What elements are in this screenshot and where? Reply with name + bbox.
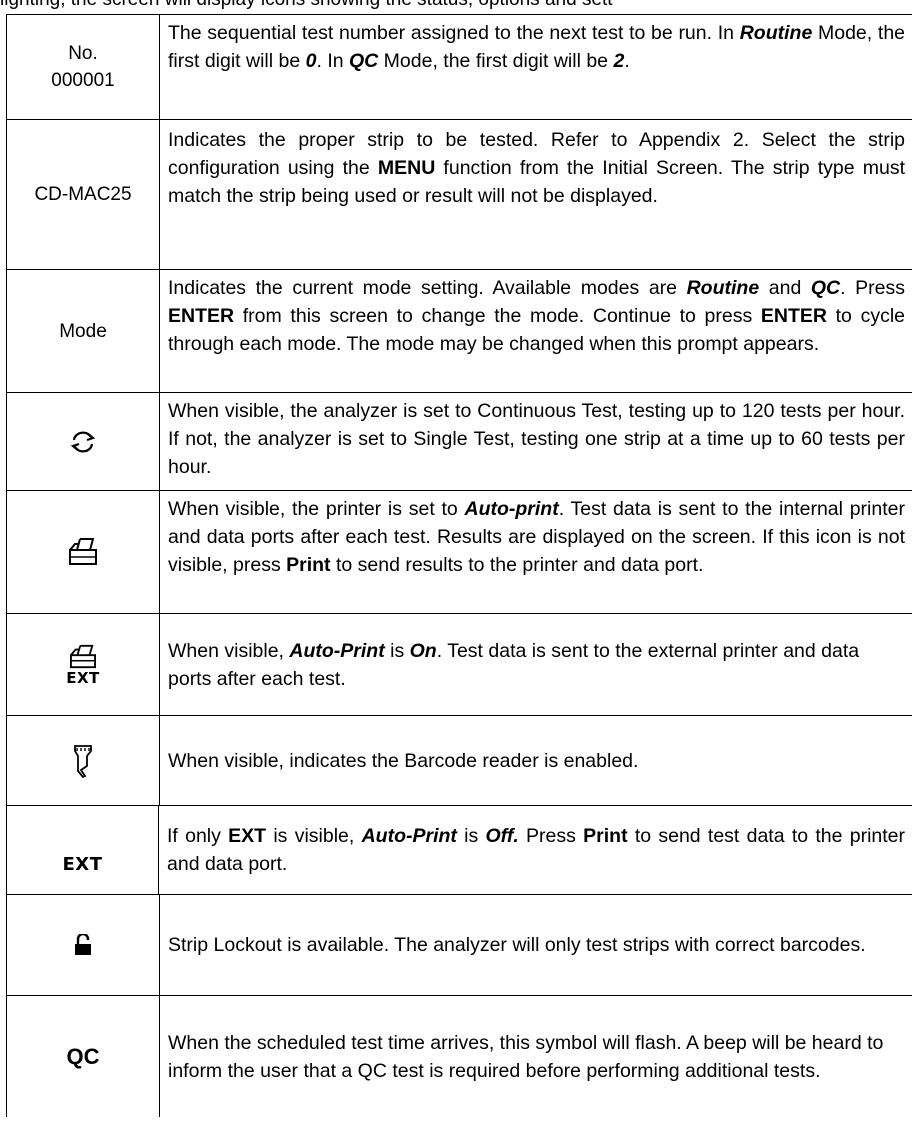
emphasized-text: 2 — [613, 50, 625, 72]
text-run: . — [624, 50, 630, 72]
text-run: Press — [518, 825, 584, 847]
qc-symbol: QC — [66, 1044, 100, 1069]
ext-label: EXT — [66, 668, 100, 687]
table-row: EXT When visible, Auto-Print is On. Test… — [7, 613, 912, 715]
table-row: No. 000001 The sequential test number as… — [7, 14, 912, 119]
table-row: When visible, the analyzer is set to Con… — [7, 392, 912, 490]
text-run: When visible, — [168, 639, 290, 662]
text-run: is — [384, 639, 410, 662]
emphasized-text: Print — [286, 554, 331, 576]
text-run: When the scheduled test time arrives, th… — [168, 1031, 884, 1082]
emphasized-text: EXT — [228, 825, 267, 847]
text-run: to send results to the printer and data … — [330, 554, 704, 576]
emphasized-text: Print — [583, 825, 628, 847]
description-text: Strip Lockout is available. The analyzer… — [168, 931, 866, 959]
icon-description-table: No. 000001 The sequential test number as… — [6, 14, 912, 1117]
table-cell-icon — [7, 895, 160, 995]
emphasized-text: ENTER — [168, 305, 235, 327]
table-row: Mode Indicates the current mode setting.… — [7, 269, 912, 392]
table-cell-icon: EXT — [7, 806, 159, 894]
description-text: When the scheduled test time arrives, th… — [168, 1029, 905, 1085]
table-cell-description: When visible, the printer is set to Auto… — [160, 491, 912, 613]
table-cell-description: Indicates the current mode setting. Avai… — [160, 270, 912, 392]
table-cell-description: When visible, the analyzer is set to Con… — [160, 393, 912, 490]
table-cell-icon — [7, 491, 160, 613]
printer-glyph-icon — [69, 644, 96, 668]
table-cell-label: Mode — [7, 270, 160, 392]
text-run: . In — [316, 50, 350, 72]
text-run: Mode, the first digit will be — [378, 50, 614, 72]
table-cell-icon — [7, 393, 160, 490]
test-number-value: 000001 — [51, 70, 115, 91]
emphasized-text: On — [409, 639, 437, 662]
table-cell-description: Indicates the proper strip to be tested.… — [160, 120, 912, 269]
table-cell-icon — [7, 716, 160, 805]
strip-type-label: CD-MAC25 — [34, 184, 132, 205]
table-row: When visible, the printer is set to Auto… — [7, 490, 912, 613]
text-run: The sequential test number assigned to t… — [168, 22, 740, 44]
text-run: When visible, the printer is set to — [168, 498, 465, 520]
emphasized-text: 0 — [305, 50, 317, 72]
text-run: If only — [167, 825, 229, 847]
table-cell-description: If only EXT is visible, Auto-Print is Of… — [159, 806, 912, 894]
description-text: If only EXT is visible, Auto-Print is Of… — [167, 822, 905, 878]
text-run: from this screen to change the mode. Con… — [234, 305, 761, 327]
emphasized-text: Auto-Print — [289, 639, 385, 662]
barcode-reader-icon — [74, 744, 92, 778]
table-cell-icon: EXT — [7, 614, 160, 715]
text-run: and — [759, 277, 811, 299]
table-row: CD-MAC25 Indicates the proper strip to b… — [7, 119, 912, 269]
emphasized-text: Off. — [485, 825, 519, 847]
test-number-label: No. — [68, 43, 98, 64]
table-cell-description: When visible, Auto-Print is On. Test dat… — [160, 614, 912, 715]
text-run: When visible, indicates the Barcode read… — [168, 749, 639, 772]
emphasized-text: Routine — [686, 277, 760, 299]
preceding-text-line: lighting, the screen will display icons … — [0, 0, 912, 12]
emphasized-text: Auto-Print — [361, 825, 457, 847]
ext-only-icon: EXT — [62, 854, 103, 875]
table-cell-description: The sequential test number assigned to t… — [160, 15, 912, 119]
emphasized-text: QC — [810, 277, 841, 299]
emphasized-text: QC — [349, 50, 379, 72]
printer-icon — [69, 538, 97, 565]
table-cell-label: CD-MAC25 — [7, 120, 160, 269]
text-run: is visible, — [266, 825, 362, 847]
description-text: When visible, indicates the Barcode read… — [168, 747, 638, 775]
table-cell-label: QC — [7, 996, 160, 1117]
table-row: When visible, indicates the Barcode read… — [7, 715, 912, 805]
table-cell-description: When the scheduled test time arrives, th… — [160, 996, 912, 1117]
external-printer-icon: EXT — [66, 644, 100, 686]
unlocked-padlock-icon — [75, 934, 91, 955]
mode-label: Mode — [59, 320, 107, 342]
text-run: Strip Lockout is available. The analyzer… — [168, 934, 866, 956]
text-run: is — [456, 825, 486, 847]
description-text: When visible, Auto-Print is On. Test dat… — [168, 637, 905, 693]
table-cell-label: No. 000001 — [7, 15, 160, 119]
table-row: Strip Lockout is available. The analyzer… — [7, 894, 912, 995]
emphasized-text: Auto-print — [464, 498, 559, 520]
table-row: EXT If only EXT is visible, Auto-Print i… — [7, 805, 912, 894]
continuous-test-icon — [70, 431, 96, 452]
emphasized-text: MENU — [377, 157, 436, 179]
table-row: QC When the scheduled test time arrives,… — [7, 995, 912, 1117]
text-run: Indicates the current mode setting. Avai… — [168, 277, 687, 299]
text-run: When visible, the analyzer is set to Con… — [168, 400, 905, 478]
emphasized-text: Routine — [739, 22, 813, 44]
table-cell-description: Strip Lockout is available. The analyzer… — [160, 895, 912, 995]
text-run: . Press — [840, 277, 905, 299]
emphasized-text: ENTER — [760, 305, 827, 327]
table-cell-description: When visible, indicates the Barcode read… — [160, 716, 912, 805]
